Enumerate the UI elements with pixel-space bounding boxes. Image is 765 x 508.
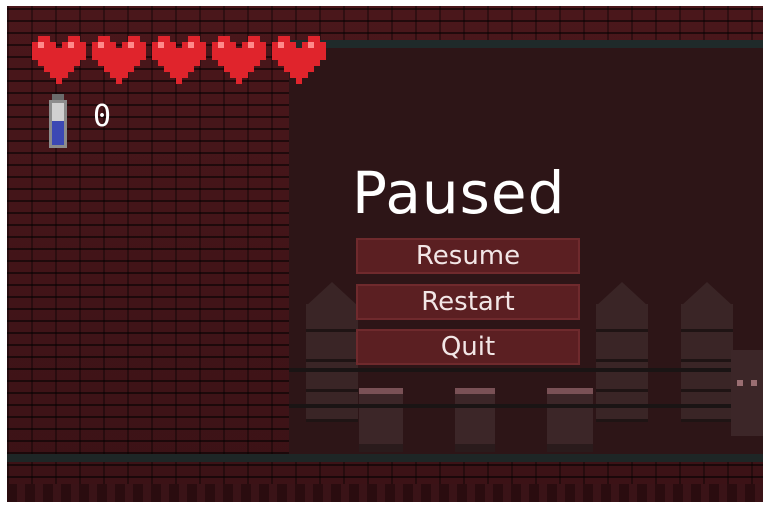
heart-icon [152, 36, 206, 84]
background-creature [731, 350, 763, 436]
background-crate [455, 388, 495, 452]
fence-rail [289, 404, 763, 408]
heart-icon [92, 36, 146, 84]
restart-button[interactable]: Restart [356, 284, 580, 320]
background-crate [359, 388, 403, 452]
heart-icon [272, 36, 326, 84]
creature-eye [751, 380, 757, 386]
quit-button[interactable]: Quit [356, 329, 580, 365]
health-hearts [31, 36, 327, 84]
background-crate [547, 388, 593, 452]
pause-title: Paused [352, 159, 566, 227]
floor-ledge [7, 454, 763, 462]
potion-icon [49, 94, 67, 148]
heart-icon [212, 36, 266, 84]
creature-eye [737, 380, 743, 386]
resume-button[interactable]: Resume [356, 238, 580, 274]
potion-count: 0 [93, 99, 112, 134]
game-scene: 0 Paused Resume Restart Quit [7, 6, 763, 502]
ground-strip [7, 484, 763, 502]
fence-rail [289, 368, 763, 372]
heart-icon [32, 36, 86, 84]
